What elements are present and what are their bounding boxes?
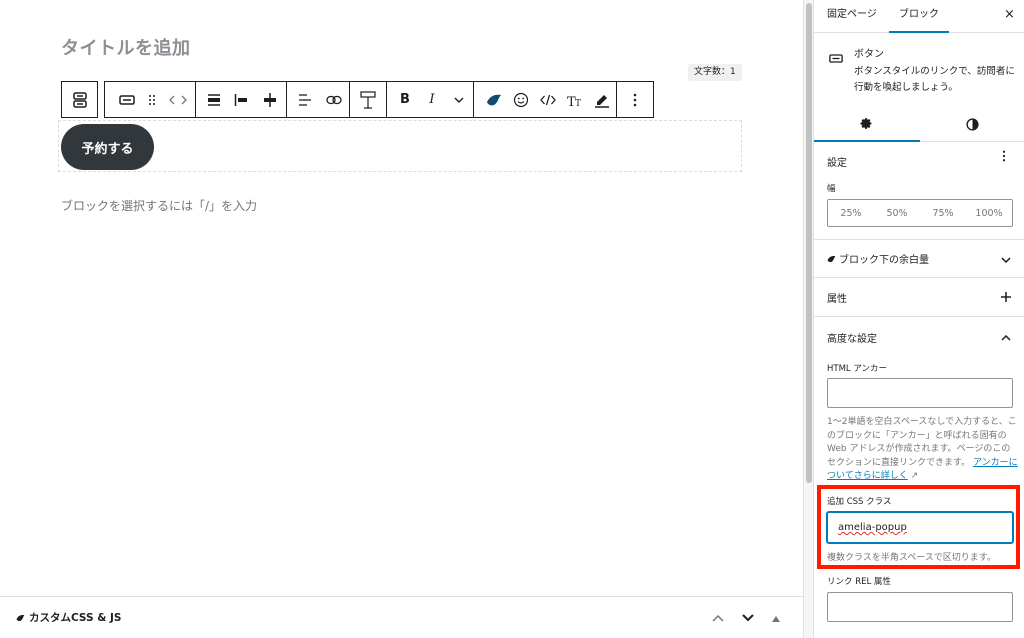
text-size-icon[interactable]: TT <box>562 82 588 117</box>
external-link-icon: ↗ <box>910 471 919 481</box>
custom-css-js-metabox: カスタムCSS & JS <box>0 596 803 638</box>
swell-icon <box>16 614 25 621</box>
block-transform-icon[interactable] <box>62 82 97 117</box>
sidebar-tabs: 固定ページ ブロック × <box>814 0 1024 33</box>
svg-text:T: T <box>575 99 581 107</box>
toolbar-group-format: B I <box>387 81 474 118</box>
toolbar-group-parent <box>61 81 98 118</box>
more-options-icon[interactable] <box>1002 150 1006 165</box>
gear-icon <box>860 117 872 129</box>
align-full-icon[interactable] <box>196 82 228 117</box>
panel-advanced-label: 高度な設定 <box>827 333 877 345</box>
contrast-icon <box>966 117 979 131</box>
panel-advanced[interactable]: 高度な設定 <box>814 318 1024 356</box>
link-icon[interactable] <box>319 82 349 117</box>
width-label: 幅 <box>827 184 836 194</box>
align-left-icon[interactable] <box>228 82 254 117</box>
close-icon[interactable]: × <box>1004 7 1015 22</box>
link-rel-input[interactable] <box>827 592 1013 622</box>
tab-page[interactable]: 固定ページ <box>827 0 877 33</box>
html-anchor-label: HTML アンカー <box>827 364 888 374</box>
panel-bottom-margin-label: ブロック下の余白量 <box>839 255 929 266</box>
editor-scrollbar[interactable] <box>803 0 813 638</box>
chevron-down-icon <box>1001 252 1011 266</box>
width-option-50[interactable]: 50% <box>874 200 920 226</box>
css-class-help: 複数クラスを半角スペースで区切ります。 <box>827 553 996 563</box>
block-inserter-hint[interactable]: ブロックを選択するには「/」を入力 <box>61 197 257 214</box>
triangle-up-icon[interactable] <box>772 611 780 626</box>
metabox-title-text: カスタムCSS & JS <box>29 612 122 624</box>
css-class-value: amelia-popup <box>838 522 907 533</box>
more-options-icon[interactable] <box>617 82 653 117</box>
metabox-title[interactable]: カスタムCSS & JS <box>16 610 122 625</box>
toolbar-group-valign <box>350 81 387 118</box>
width-option-75[interactable]: 75% <box>920 200 966 226</box>
block-card-title: ボタン <box>854 49 884 60</box>
toolbar-group-extras: TT <box>474 81 617 118</box>
swell-icon[interactable] <box>474 82 508 117</box>
html-code-icon[interactable] <box>534 82 562 117</box>
settings-panel-title: 設定 <box>827 158 847 169</box>
chevron-down-icon[interactable] <box>445 82 473 117</box>
chevron-up-icon <box>1001 330 1011 344</box>
swell-icon <box>827 255 836 262</box>
button-block-icon <box>829 48 843 67</box>
chevron-down-icon[interactable] <box>742 611 754 626</box>
toolbar-group-more <box>617 81 654 118</box>
width-option-100[interactable]: 100% <box>966 200 1012 226</box>
align-center-icon[interactable] <box>254 82 286 117</box>
width-button-group: 25% 50% 75% 100% <box>827 199 1013 227</box>
toolbar-group-justify <box>287 81 350 118</box>
block-toolbar: B I TT <box>61 81 654 118</box>
chevron-up-icon[interactable] <box>712 611 724 626</box>
plus-icon <box>1001 291 1011 305</box>
button-block-icon[interactable] <box>105 82 143 117</box>
editor-scrollbar-thumb[interactable] <box>806 3 812 483</box>
css-class-label: 追加 CSS クラス <box>827 497 892 507</box>
editor-canvas: タイトルを追加 文字数：1 B I T T 予約する ブロックを選択するには「/… <box>0 0 803 638</box>
tab-styles[interactable] <box>920 106 1024 142</box>
reserve-button[interactable]: 予約する <box>61 124 154 170</box>
settings-sidebar: 固定ページ ブロック × ボタン ボタンスタイルのリンクで、訪問者に行動を喚起し… <box>813 0 1024 638</box>
panel-bottom-margin[interactable]: ブロック下の余白量 <box>814 240 1024 278</box>
panel-attributes-label: 属性 <box>827 294 847 305</box>
code-arrows-icon[interactable] <box>161 82 195 117</box>
page-title[interactable]: タイトルを追加 <box>61 34 191 60</box>
justify-icon[interactable] <box>287 82 319 117</box>
block-card-description: ボタンスタイルのリンクで、訪問者に行動を喚起しましょう。 <box>854 66 1015 93</box>
link-rel-label: リンク REL 属性 <box>827 577 891 587</box>
character-count-badge: 文字数：1 <box>688 64 742 81</box>
emoji-icon[interactable] <box>508 82 534 117</box>
button-block-frame <box>58 120 742 172</box>
html-anchor-input[interactable] <box>827 378 1013 408</box>
toolbar-group-align <box>196 81 287 118</box>
css-class-input[interactable]: amelia-popup <box>827 512 1013 543</box>
highlighter-icon[interactable] <box>588 82 616 117</box>
tab-settings[interactable] <box>814 106 920 142</box>
vertical-align-icon[interactable] <box>350 82 386 117</box>
bold-button[interactable]: B <box>387 82 419 117</box>
italic-button[interactable]: I <box>419 82 445 117</box>
panel-attributes[interactable]: 属性 <box>814 279 1024 317</box>
metabox-controls <box>712 597 780 638</box>
drag-handle-icon[interactable] <box>143 82 161 117</box>
width-option-25[interactable]: 25% <box>828 200 874 226</box>
toolbar-group-block <box>104 81 196 118</box>
html-anchor-help: 1〜2単語を空白スペースなしで入力すると、このブロックに「アンカー」と呼ばれる固… <box>827 416 1019 484</box>
tab-block[interactable]: ブロック <box>889 0 949 33</box>
block-inspector-tabs <box>814 106 1024 142</box>
